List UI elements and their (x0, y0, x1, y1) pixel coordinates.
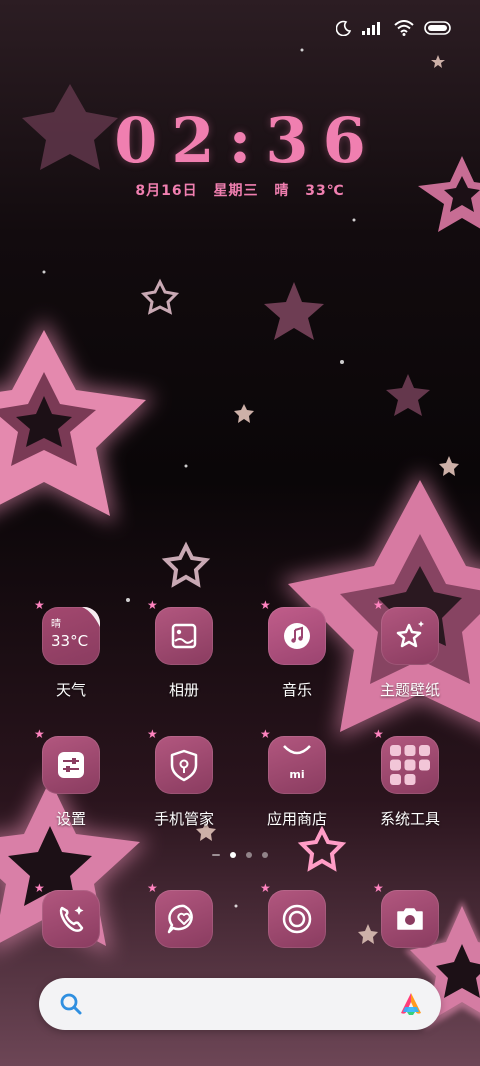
camera-icon: ★ (373, 882, 439, 948)
weather-condition: 晴 (51, 619, 61, 630)
wallpaper-star-mid-right (386, 374, 430, 416)
app-security[interactable]: ★ 手机管家 (129, 728, 239, 829)
date-weekday: 星期三 (213, 183, 259, 199)
shield-icon: ★ (147, 728, 213, 794)
phone-icon: ★ (34, 882, 100, 948)
message-heart-icon: ★ (147, 882, 213, 948)
app-tools-folder[interactable]: ★ 系统工具 (355, 728, 465, 829)
page-dot-active[interactable] (230, 852, 236, 858)
settings-icon: ★ (34, 728, 100, 794)
app-label: 手机管家 (153, 810, 214, 828)
search-bar[interactable] (39, 978, 441, 1030)
app-label: 天气 (55, 681, 86, 699)
app-label: 相册 (168, 681, 199, 699)
wallpaper-star-outline-1 (140, 278, 180, 315)
app-label: 系统工具 (379, 810, 440, 828)
page-indicator[interactable] (0, 852, 480, 858)
wallpaper-star-outline-3 (297, 825, 347, 872)
wallpaper-star-mid (264, 282, 324, 340)
dock-phone[interactable]: ★ (16, 882, 126, 948)
app-gallery[interactable]: ★ 相册 (129, 599, 239, 700)
music-icon: ★ (260, 599, 326, 665)
wallpaper-star-tiny-1 (234, 404, 254, 423)
status-bar (0, 0, 480, 60)
signal-icon (362, 21, 384, 35)
page-dot[interactable] (246, 852, 252, 858)
search-icon[interactable] (59, 992, 83, 1020)
battery-icon (424, 21, 452, 35)
app-weather[interactable]: ★ 晴 33°C 天气 (16, 599, 126, 700)
app-themes[interactable]: ★ 主题壁纸 (355, 599, 465, 700)
weather-icon: ★ 晴 33°C (34, 599, 100, 665)
date-weather: 晴 (274, 183, 290, 199)
app-settings[interactable]: ★ 设置 (16, 728, 126, 829)
app-music[interactable]: ★ 音乐 (242, 599, 352, 700)
app-label: 应用商店 (266, 810, 327, 828)
app-label: 音乐 (281, 681, 312, 699)
weather-temp: 33°C (51, 632, 89, 650)
wallpaper-star-outline-2 (161, 541, 211, 588)
date-temp: 33℃ (305, 183, 345, 199)
svg-text:mi: mi (289, 768, 304, 781)
app-label: 主题壁纸 (379, 681, 440, 699)
app-vault-icon[interactable] (397, 991, 425, 1021)
theme-star-icon: ★ (373, 599, 439, 665)
page-list-indicator[interactable] (212, 854, 220, 856)
date-day: 8月16日 (135, 183, 198, 199)
shopping-bag-icon: ★ mi (260, 728, 326, 794)
dock-browser[interactable]: ★ (242, 882, 352, 948)
wifi-icon (394, 20, 414, 36)
app-appstore[interactable]: ★ mi 应用商店 (242, 728, 352, 829)
wallpaper-star-tiny-2 (439, 456, 459, 476)
moon-icon (336, 20, 352, 36)
folder-grid-icon: ★ (373, 728, 439, 794)
date-line[interactable]: 8月16日 星期三 晴 33℃ (0, 180, 480, 200)
page-dot[interactable] (262, 852, 268, 858)
wallpaper-star-large-left (0, 318, 156, 524)
clock-time[interactable]: 02:36 (0, 104, 480, 177)
dock-camera[interactable]: ★ (355, 882, 465, 948)
browser-icon: ★ (260, 882, 326, 948)
dock-messages[interactable]: ★ (129, 882, 239, 948)
gallery-icon: ★ (147, 599, 213, 665)
app-label: 设置 (55, 810, 86, 828)
